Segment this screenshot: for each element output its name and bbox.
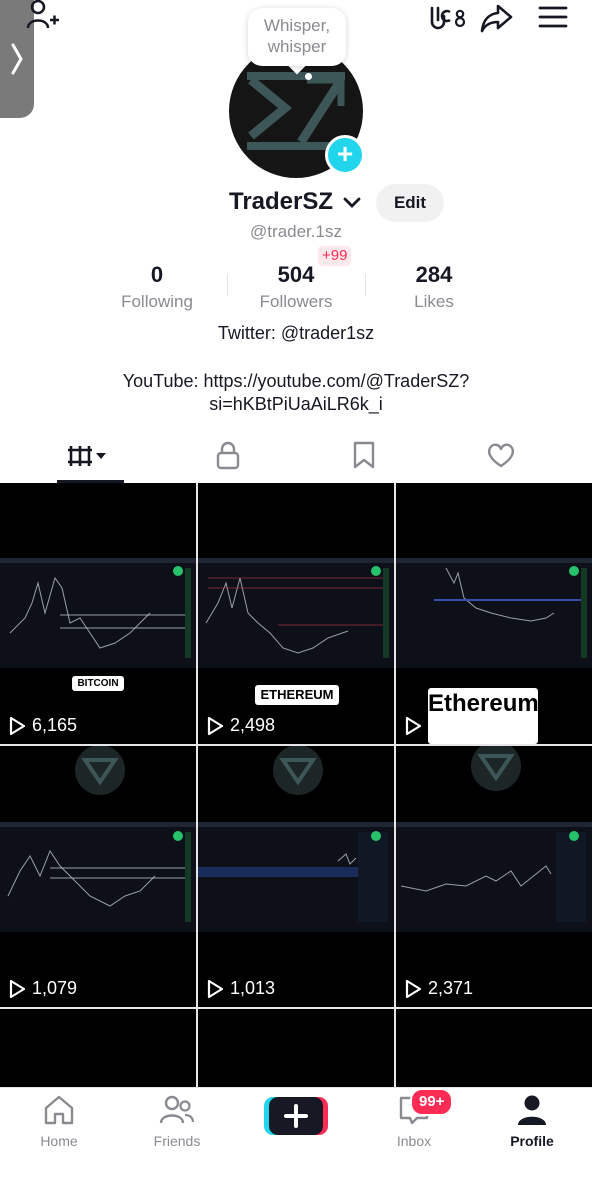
play-icon xyxy=(405,716,422,735)
view-count: 1,079 xyxy=(8,978,77,999)
video-tile[interactable]: 1,013 xyxy=(198,746,394,1007)
grid-icon xyxy=(68,446,106,466)
view-count: 2,498 xyxy=(206,715,275,736)
edit-profile-button[interactable]: Edit xyxy=(376,184,444,222)
video-tile[interactable] xyxy=(0,1009,196,1087)
add-user-icon[interactable] xyxy=(26,0,60,32)
video-grid: BITCOIN 6,165 ETHEREUM 2,498 Ethereum 1 … xyxy=(0,483,592,1087)
video-tile[interactable] xyxy=(396,1009,592,1087)
likes-stat[interactable]: 284 Likes xyxy=(354,262,514,312)
edit-label: Edit xyxy=(393,193,427,212)
video-tile[interactable]: ETHEREUM 2,498 xyxy=(198,483,394,744)
video-tile[interactable]: Ethereum 1 xyxy=(396,483,592,744)
following-label: Following xyxy=(121,292,193,311)
profile-icon xyxy=(518,1095,546,1125)
thumbnail-label: Ethereum xyxy=(428,688,539,744)
whisper-bubble[interactable]: Whisper, whisper xyxy=(248,8,346,66)
view-count: 6,165 xyxy=(8,715,77,736)
play-icon xyxy=(9,716,26,735)
lock-icon xyxy=(216,441,240,470)
tab-videos[interactable] xyxy=(16,428,164,482)
likes-label: Likes xyxy=(414,292,454,311)
add-avatar-button[interactable]: + xyxy=(325,135,365,175)
following-stat[interactable]: 0 Following xyxy=(77,262,237,312)
chart-thumbnail xyxy=(0,746,196,932)
likes-count: 284 xyxy=(415,262,453,287)
profile-handle: @trader.1sz xyxy=(250,222,342,241)
following-count: 0 xyxy=(150,262,164,287)
video-tile[interactable]: 1,079 xyxy=(0,746,196,1007)
nav-profile[interactable]: Profile xyxy=(473,1094,591,1149)
bio-link-cont[interactable]: si=hKBtPiUaAiLR6k_i xyxy=(0,393,592,415)
share-icon[interactable] xyxy=(480,2,514,34)
chart-thumbnail xyxy=(198,746,394,932)
whisper-dot xyxy=(305,73,312,80)
heart-icon xyxy=(487,443,515,468)
video-tile[interactable]: 2,371 xyxy=(396,746,592,1007)
nav-home[interactable]: Home xyxy=(0,1094,118,1149)
username-text: TraderSZ xyxy=(229,188,334,215)
chart-thumbnail xyxy=(396,746,592,932)
plus-icon xyxy=(264,1097,328,1135)
tab-liked[interactable] xyxy=(427,428,575,482)
chevron-down-icon xyxy=(343,197,361,208)
followers-count: 504 xyxy=(277,262,315,287)
video-tile[interactable]: BITCOIN 6,165 xyxy=(0,483,196,744)
tab-favorites[interactable] xyxy=(290,428,438,482)
followers-stat[interactable]: 504 Followers xyxy=(216,262,376,312)
profile-username[interactable]: TraderSZ xyxy=(229,188,362,216)
bookmark-icon xyxy=(353,441,375,469)
view-count-text: 2,498 xyxy=(230,715,276,735)
profile-tabs xyxy=(0,428,592,482)
tab-private[interactable] xyxy=(154,428,302,482)
chevron-right-icon xyxy=(11,43,23,75)
friends-icon xyxy=(159,1095,195,1124)
rewards-icon[interactable] xyxy=(428,2,468,34)
whisper-text: Whisper, whisper xyxy=(263,16,331,56)
view-count-text: 1,013 xyxy=(230,978,276,998)
thumbnail-label: ETHEREUM xyxy=(255,685,339,705)
view-count: 1 xyxy=(404,715,438,736)
chart-thumbnail xyxy=(0,558,196,668)
view-count-text: 1 xyxy=(428,715,439,735)
play-icon xyxy=(9,979,26,998)
inbox-badge: 99+ xyxy=(410,1088,454,1116)
bio-line: Twitter: @trader1sz xyxy=(217,323,375,343)
thumbnail-label: BITCOIN xyxy=(72,676,124,691)
menu-icon[interactable] xyxy=(538,4,568,30)
home-icon xyxy=(44,1095,74,1125)
view-count-text: 2,371 xyxy=(428,978,474,998)
play-icon xyxy=(207,716,224,735)
create-button[interactable] xyxy=(264,1095,328,1137)
video-tile[interactable] xyxy=(198,1009,394,1087)
nav-friends-label: Friends xyxy=(153,1133,201,1149)
nav-inbox-label: Inbox xyxy=(396,1133,432,1149)
view-count: 2,371 xyxy=(404,978,473,999)
view-count-text: 6,165 xyxy=(32,715,78,735)
bio-link[interactable]: YouTube: https://youtube.com/@TraderSZ? xyxy=(0,370,592,392)
view-count: 1,013 xyxy=(206,978,275,999)
view-count-text: 1,079 xyxy=(32,978,78,998)
nav-profile-label: Profile xyxy=(510,1133,554,1149)
nav-friends[interactable]: Friends xyxy=(118,1094,236,1149)
play-icon xyxy=(207,979,224,998)
nav-home-label: Home xyxy=(40,1133,78,1149)
new-followers-badge: +99 xyxy=(318,246,352,266)
followers-label: Followers xyxy=(259,292,333,311)
play-icon xyxy=(405,979,422,998)
